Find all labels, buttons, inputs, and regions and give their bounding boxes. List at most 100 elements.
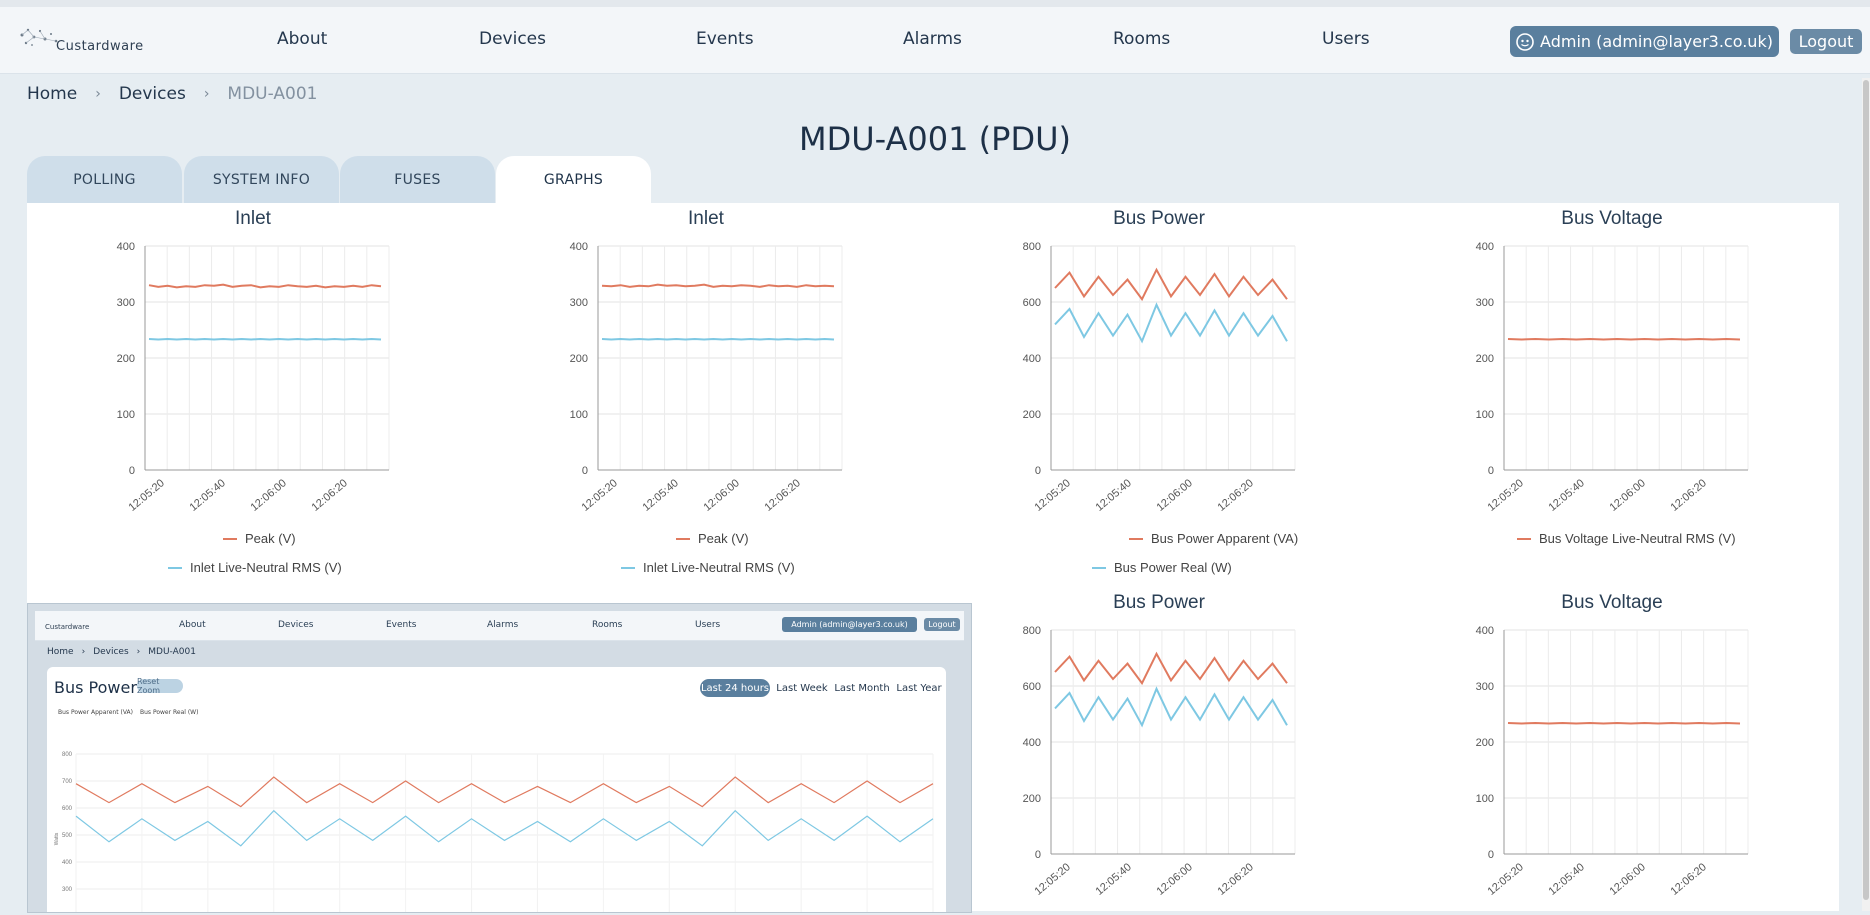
legend-label: Inlet Live-Neutral RMS (V) [643,560,795,575]
y-tick-label: 200 [1476,353,1494,365]
page-title: MDU-A001 (PDU) [799,120,1071,158]
chart-title: Bus Voltage [1561,592,1662,613]
x-tick-label: 12:05:20 [1032,477,1073,514]
chart-title: Inlet [235,208,272,229]
nav-users[interactable]: Users [1322,29,1370,49]
nav-rooms[interactable]: Rooms [1113,29,1170,49]
user-label: Admin (admin@layer3.co.uk) [1540,32,1773,51]
nav-devices[interactable]: Devices [479,29,546,49]
chart-title: Bus Power [1113,208,1206,229]
user-avatar-icon [1516,32,1534,51]
preview-crumb-current: MDU-A001 [148,647,196,657]
user-menu-button[interactable]: Admin (admin@layer3.co.uk) [1510,26,1779,57]
preview-navbar: Custardware About Devices Events Alarms … [35,611,964,641]
window-top-strip [0,0,1870,7]
legend-label: Peak (V) [245,531,296,546]
x-tick-label: 12:05:20 [579,477,620,514]
y-tick-label: 400 [117,241,135,253]
y-tick-label: 100 [117,409,135,421]
chevron-right-icon: › [95,86,101,102]
preview-y-tick: 400 [62,860,73,866]
x-tick-label: 12:06:00 [1154,861,1195,898]
nav-alarms[interactable]: Alarms [903,29,962,49]
y-tick-label: 300 [1476,297,1494,309]
chevron-right-icon: › [136,647,141,657]
x-tick-label: 12:05:40 [1546,477,1587,514]
breadcrumb-devices[interactable]: Devices [119,84,186,104]
y-tick-label: 300 [1476,681,1494,693]
series-line-1 [601,337,835,341]
tab-polling[interactable]: POLLING [27,156,182,203]
x-tick-label: 12:05:20 [1485,861,1526,898]
chevron-right-icon: › [81,647,86,657]
breadcrumb-current: MDU-A001 [227,84,318,104]
breadcrumb: Home › Devices › MDU-A001 [27,84,317,104]
tab-system-info[interactable]: SYSTEM INFO [184,156,339,203]
y-tick-label: 200 [570,353,588,365]
x-tick-label: 12:05:40 [640,477,681,514]
preview-y-tick: 700 [62,779,73,785]
series-line-0 [1054,267,1288,302]
x-tick-label: 12:06:20 [1668,861,1709,898]
y-tick-label: 400 [1476,241,1494,253]
preview-y-tick: 300 [62,887,73,893]
series-line-0 [1507,337,1741,341]
series-line-0 [1054,651,1288,686]
chart-5: Bus Voltage 0 100 200 300 400 12:05:20 12:05:40… [1476,592,1749,898]
y-tick-label: 600 [1023,297,1041,309]
y-tick-label: 300 [570,297,588,309]
x-tick-label: 12:06:20 [1215,477,1256,514]
nav-about[interactable]: About [277,29,327,49]
preview-y-axis-label: Watts [54,832,60,845]
preview-y-tick: 500 [62,833,73,839]
y-tick-label: 400 [570,241,588,253]
legend-label: Bus Power Apparent (VA) [1151,531,1298,546]
chart-4: Bus Power 0 200 400 600 800 12:05:20 12:05:40 12… [1023,592,1296,898]
preview-y-tick: 600 [62,806,73,812]
legend-label: Peak (V) [698,531,749,546]
x-tick-label: 12:06:00 [701,477,742,514]
top-navbar: Custardware About Devices Events Alarms … [0,7,1870,74]
chart-title: Bus Power [1113,592,1206,613]
preview-brand: Custardware [45,623,90,631]
x-tick-label: 12:06:20 [1668,477,1709,514]
y-tick-label: 100 [1476,793,1494,805]
y-tick-label: 0 [582,465,588,477]
y-tick-label: 200 [1023,409,1041,421]
series-line-1 [1054,302,1288,344]
y-tick-label: 200 [1023,793,1041,805]
chart-3: Bus Voltage 0 100 200 300 400 12:05:20 12:05:40… [1476,208,1749,546]
y-tick-label: 0 [1035,465,1041,477]
page-scrollbar-thumb[interactable] [1863,80,1869,900]
preview-series-1 [75,809,934,847]
x-tick-label: 12:06:20 [762,477,803,514]
logout-button[interactable]: Logout [1790,29,1862,54]
y-tick-label: 300 [117,297,135,309]
nav-events[interactable]: Events [696,29,754,49]
preview-breadcrumb: Home › Devices › MDU-A001 [47,647,196,657]
preview-nav-users: Users [695,620,721,630]
preview-nav-about: About [179,620,206,630]
x-tick-label: 12:05:20 [126,477,167,514]
x-tick-label: 12:05:40 [187,477,228,514]
chart-1: Inlet 0 100 200 300 400 12:05:20 12:05:40 12:06:… [570,208,843,575]
preview-nav-devices: Devices [278,620,314,630]
series-line-0 [148,283,382,289]
breadcrumb-home[interactable]: Home [27,84,77,104]
x-tick-label: 12:06:00 [1154,477,1195,514]
x-tick-label: 12:05:20 [1485,477,1526,514]
preview-chart-card: Bus Power Reset Zoom Last 24 hours Last … [47,667,946,912]
y-tick-label: 100 [1476,409,1494,421]
y-tick-label: 800 [1023,241,1041,253]
tab-fuses[interactable]: FUSES [340,156,495,203]
tab-graphs[interactable]: GRAPHS [496,156,651,203]
expanded-chart-preview[interactable]: Custardware About Devices Events Alarms … [27,603,972,913]
y-tick-label: 200 [1476,737,1494,749]
x-tick-label: 12:05:40 [1093,861,1134,898]
x-tick-label: 12:05:40 [1093,477,1134,514]
preview-nav-alarms: Alarms [487,620,519,630]
chart-title: Inlet [688,208,725,229]
series-line-1 [1054,686,1288,728]
y-tick-label: 0 [1488,849,1494,861]
y-tick-label: 400 [1023,737,1041,749]
